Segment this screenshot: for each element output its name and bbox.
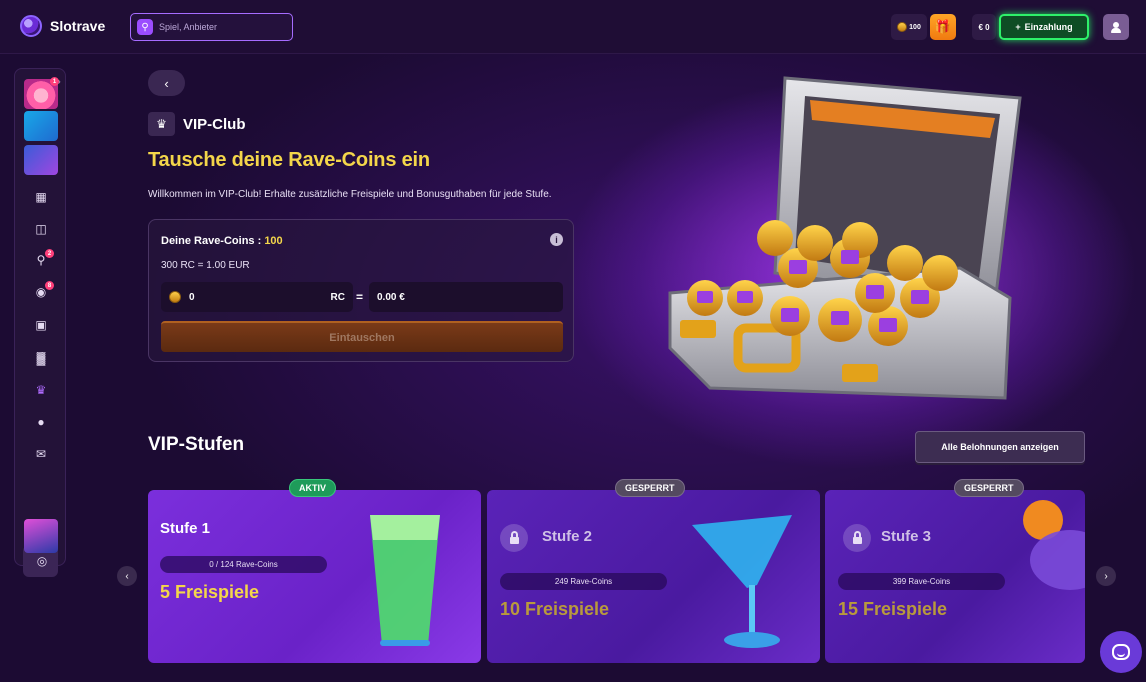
intro-text: Willkommen im VIP-Club! Erhalte zusätzli… bbox=[148, 189, 552, 200]
level-2-prize: 10 Freispiele bbox=[500, 599, 610, 619]
briefcase-coins-illustration bbox=[668, 76, 1022, 400]
exchange-title-label: Deine Rave-Coins : bbox=[161, 235, 262, 247]
deposit-label: Einzahlung bbox=[1024, 22, 1073, 32]
sidebar-badge-bonus: 8 bbox=[45, 281, 54, 290]
user-profile-button[interactable] bbox=[1103, 14, 1129, 40]
lock-icon bbox=[500, 524, 528, 552]
search-box[interactable]: ⚲ bbox=[130, 13, 293, 41]
crown-icon: ♛ bbox=[148, 112, 175, 136]
support-chat-icon[interactable]: ✉ bbox=[31, 444, 51, 464]
level-2-name: Stufe 2 bbox=[542, 528, 593, 545]
sidebar-game-wizard[interactable] bbox=[24, 145, 58, 175]
top-bar: Slotrave ⚲ 100 🎁 € 0 + Einzahlung bbox=[0, 0, 1146, 54]
deposit-button[interactable]: + Einzahlung bbox=[999, 14, 1089, 40]
exchange-card: Deine Rave-Coins : 100 i 300 RC = 1.00 E… bbox=[148, 219, 574, 362]
level-3-progress: 399 Rave-Coins bbox=[838, 573, 1005, 590]
logo[interactable]: Slotrave bbox=[20, 15, 105, 37]
equals-sign: = bbox=[356, 290, 364, 304]
level-1-progress: 0 / 124 Rave-Coins bbox=[160, 556, 327, 573]
info-icon[interactable]: i bbox=[550, 233, 563, 246]
search-icon: ⚲ bbox=[137, 19, 153, 35]
sidebar-collapse-chevron-icon[interactable]: › bbox=[58, 77, 70, 91]
eur-amount-field: 0.00 € bbox=[369, 282, 563, 312]
carousel-next-button[interactable]: › bbox=[1096, 566, 1116, 586]
profile-icon[interactable]: ● bbox=[31, 412, 51, 432]
rave-coins-pill[interactable]: 100 bbox=[891, 14, 927, 40]
show-all-rewards-button[interactable]: Alle Belohnungen anzeigen bbox=[915, 431, 1085, 463]
level-1-prize: 5 Freispiele bbox=[160, 582, 260, 602]
chevron-right-icon: › bbox=[1104, 570, 1108, 582]
live-chat-button[interactable] bbox=[1100, 631, 1142, 673]
vip-levels-title: VIP-Stufen bbox=[148, 434, 245, 455]
user-icon bbox=[1111, 21, 1121, 33]
logo-text: Slotrave bbox=[50, 18, 106, 34]
language-globe-icon[interactable]: ◎ bbox=[32, 551, 52, 571]
vip-club-label: ♛ VIP-Club bbox=[148, 112, 246, 136]
sidebar-badge-trophy: 2 bbox=[45, 249, 54, 258]
green-drink-glass-illustration bbox=[370, 515, 440, 646]
level-card-1[interactable]: Stufe 1 0 / 124 Rave-Coins 5 Freispiele bbox=[148, 490, 481, 663]
balance-value: € 0 bbox=[978, 22, 990, 32]
casino-chip-icon[interactable]: ▦ bbox=[31, 187, 51, 207]
sidebar-promo-banner[interactable] bbox=[24, 519, 58, 553]
rc-unit: RC bbox=[330, 291, 345, 303]
exchange-rate: 300 RC = 1.00 EUR bbox=[161, 260, 250, 271]
rc-amount-value: 0 bbox=[189, 291, 195, 303]
level-3-status-badge: GESPERRT bbox=[954, 479, 1024, 497]
rave-coins-count: 100 bbox=[909, 23, 921, 31]
chevron-left-icon: ‹ bbox=[125, 570, 129, 582]
chevron-left-icon: ‹ bbox=[164, 75, 169, 91]
lock-icon bbox=[843, 524, 871, 552]
gift-box-icon[interactable]: ◫ bbox=[31, 219, 51, 239]
balance-pill[interactable]: € 0 bbox=[972, 14, 996, 40]
plus-icon: + bbox=[1015, 22, 1021, 32]
level-1-name: Stufe 1 bbox=[160, 520, 211, 537]
level-3-prize: 15 Freispiele bbox=[838, 599, 948, 619]
level-3-name: Stufe 3 bbox=[881, 528, 932, 545]
page-headline: Tausche deine Rave-Coins ein bbox=[148, 149, 430, 171]
coin-icon bbox=[897, 22, 908, 32]
gift-icon: 🎁 bbox=[934, 19, 952, 34]
eur-amount-value: 0.00 € bbox=[377, 291, 405, 303]
leaderboard-icon[interactable]: ▓ bbox=[31, 348, 51, 368]
level-card-2[interactable]: Stufe 2 249 Rave-Coins 10 Freispiele bbox=[487, 490, 820, 663]
gift-button[interactable]: 🎁 bbox=[930, 14, 956, 40]
sidebar-game-cocktail[interactable] bbox=[24, 111, 58, 141]
level-2-status-badge: GESPERRT bbox=[615, 479, 685, 497]
vip-club-title: VIP-Club bbox=[183, 115, 246, 133]
search-input[interactable] bbox=[159, 22, 279, 32]
back-button[interactable]: ‹ bbox=[148, 70, 185, 96]
level-card-3[interactable]: Stufe 3 399 Rave-Coins 15 Freispiele bbox=[825, 490, 1085, 663]
exchange-title: Deine Rave-Coins : 100 bbox=[161, 235, 283, 247]
vip-crown-icon[interactable]: ♛ bbox=[31, 380, 51, 400]
level-1-status-badge: AKTIV bbox=[289, 479, 336, 497]
coin-icon bbox=[169, 291, 181, 303]
cards-icon[interactable]: ▣ bbox=[31, 315, 51, 335]
logo-icon bbox=[20, 15, 42, 37]
level-2-progress: 249 Rave-Coins bbox=[500, 573, 667, 590]
exchange-button[interactable]: Eintauschen bbox=[161, 321, 563, 352]
sidebar: 1 ▦ ◫ ⚲ 2 ◉ 8 ▣ ▓ ♛ ● ✉ ◎ bbox=[14, 68, 66, 577]
exchange-coins-value: 100 bbox=[264, 235, 283, 247]
carousel-prev-button[interactable]: ‹ bbox=[117, 566, 137, 586]
rc-amount-field[interactable]: 0 RC bbox=[161, 282, 353, 312]
chat-bubble-icon bbox=[1112, 644, 1130, 660]
